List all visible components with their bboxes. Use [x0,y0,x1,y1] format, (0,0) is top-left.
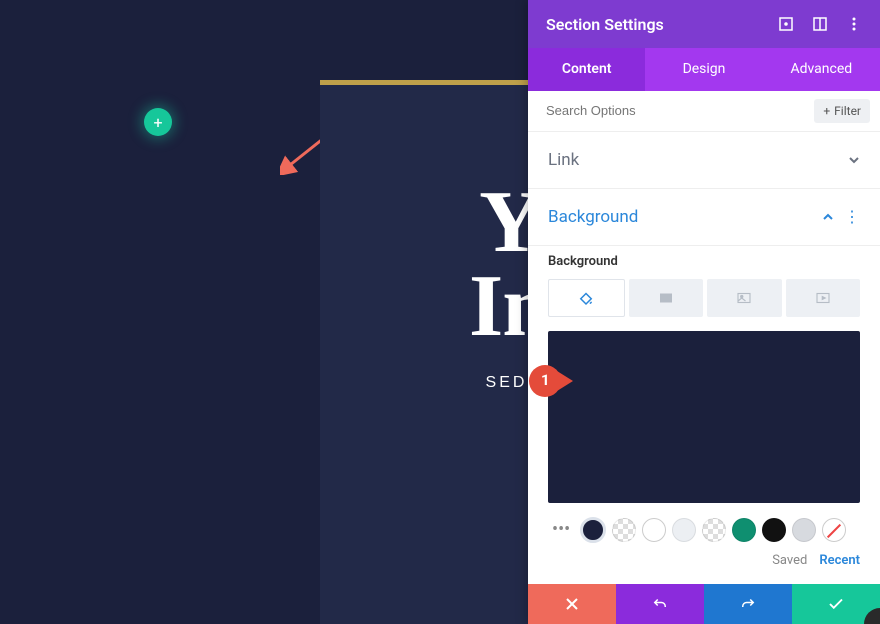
swatch-white[interactable] [642,518,666,542]
settings-panel: Section Settings Content Design Advanced… [528,0,880,624]
recent-tab[interactable]: Recent [819,553,860,568]
saved-tab[interactable]: Saved [772,553,807,568]
annotation-marker: 1 [529,365,575,399]
kebab-icon[interactable] [846,16,862,32]
panel-header: Section Settings [528,0,880,48]
bg-tab-gradient[interactable] [629,279,704,317]
background-body: Background 1 ••• [528,246,880,584]
swatch-transparent[interactable] [612,518,636,542]
panel-title: Section Settings [546,15,778,34]
swatch-filters: Saved Recent [548,553,860,568]
check-icon [827,595,845,613]
search-row: + Filter [528,91,880,132]
bg-tab-image[interactable] [707,279,782,317]
add-section-button[interactable]: + [144,108,172,136]
background-sublabel: Background [548,254,860,269]
gradient-icon [657,289,675,307]
columns-icon[interactable] [812,16,828,32]
swatch-none[interactable] [822,518,846,542]
more-swatches-button[interactable]: ••• [548,519,574,540]
paint-bucket-icon [577,289,595,307]
undo-button[interactable] [616,584,704,624]
swatch-transparent-2[interactable] [702,518,726,542]
kebab-icon[interactable]: ⋮ [844,207,860,226]
chevron-down-icon [848,154,860,166]
close-button[interactable] [528,584,616,624]
search-input[interactable] [546,103,814,118]
panel-actions [528,584,880,624]
plus-icon: + [823,104,830,118]
swatch-dark-navy[interactable] [580,517,606,543]
panel-tabs: Content Design Advanced [528,48,880,90]
tab-design[interactable]: Design [645,48,762,90]
swatch-row: ••• [548,517,860,543]
redo-icon [739,595,757,613]
chevron-up-icon [822,211,834,223]
swatch-grey[interactable] [792,518,816,542]
tab-content[interactable]: Content [528,48,645,90]
image-icon [735,289,753,307]
video-icon [814,289,832,307]
accordion-label: Background [548,207,822,227]
undo-icon [651,595,669,613]
redo-button[interactable] [704,584,792,624]
expand-icon[interactable] [778,16,794,32]
swatch-teal[interactable] [732,518,756,542]
background-type-tabs [548,279,860,317]
swatch-light-grey[interactable] [672,518,696,542]
bg-tab-video[interactable] [786,279,861,317]
color-preview[interactable]: 1 [548,331,860,503]
accordion-label: Link [548,150,848,170]
close-icon [565,597,579,611]
tab-advanced[interactable]: Advanced [763,48,880,90]
plus-icon: + [153,113,162,132]
bg-tab-color[interactable] [548,279,625,317]
swatch-black[interactable] [762,518,786,542]
accordion-background[interactable]: Background ⋮ [528,189,880,246]
accordion-link[interactable]: Link [528,132,880,189]
filter-button[interactable]: + Filter [814,99,870,123]
